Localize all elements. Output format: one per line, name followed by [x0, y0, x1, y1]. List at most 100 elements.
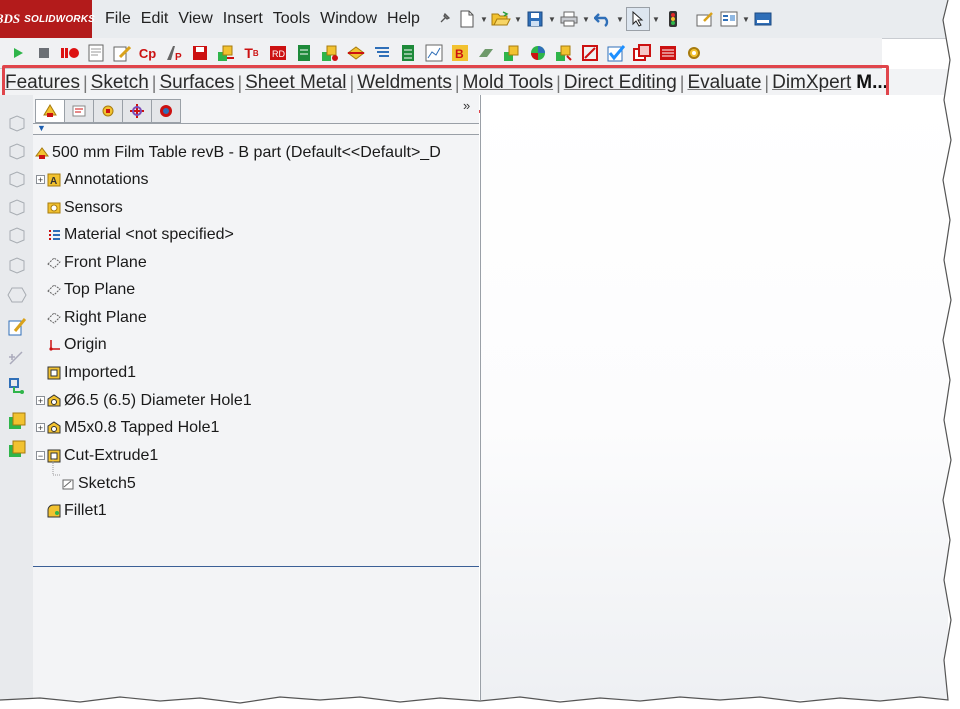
new-icon[interactable] — [456, 8, 478, 30]
tree-item-material[interactable]: Material <not specified> — [47, 223, 234, 247]
tree-item-fillet[interactable]: Fillet1 — [47, 499, 107, 523]
view-cube-icon[interactable] — [7, 141, 27, 161]
customize-icon[interactable] — [752, 8, 774, 30]
save-icon[interactable] — [524, 8, 546, 30]
record-icon[interactable] — [58, 42, 81, 64]
print-dropdown-icon[interactable]: ▼ — [582, 15, 590, 24]
menu-file[interactable]: File — [100, 10, 136, 28]
dimxpert-manager-icon[interactable] — [122, 99, 152, 123]
component-icon[interactable] — [7, 439, 27, 459]
view-cube-icon[interactable] — [7, 169, 27, 189]
play-icon[interactable] — [6, 42, 29, 64]
sketch-icon — [61, 477, 75, 491]
view-cube-icon[interactable] — [7, 197, 27, 217]
logo-text: SOLIDWORKS — [24, 13, 96, 25]
tree-item-cut-extrude[interactable]: Cut-Extrude1 — [47, 444, 158, 468]
options-icon[interactable] — [718, 8, 740, 30]
open-icon[interactable] — [490, 8, 512, 30]
copy-paste-icon[interactable]: Cp — [136, 42, 159, 64]
filter-icon[interactable]: ▼ — [37, 123, 46, 133]
menu-help[interactable]: Help — [382, 10, 425, 28]
expand-icon[interactable]: + — [36, 423, 45, 433]
menu-tools[interactable]: Tools — [268, 10, 315, 28]
part-icon[interactable] — [552, 42, 575, 64]
rollback-bar[interactable] — [33, 566, 479, 567]
component-icon[interactable] — [7, 411, 27, 431]
check-icon[interactable] — [604, 42, 627, 64]
tree-root[interactable]: 500 mm Film Table revB - B part (Default… — [35, 141, 441, 165]
menu-edit[interactable]: Edit — [136, 10, 174, 28]
print-icon[interactable] — [558, 8, 580, 30]
menu-insert[interactable]: Insert — [218, 10, 268, 28]
tool-icon[interactable]: P — [162, 42, 185, 64]
tree-item-label: Fillet1 — [64, 502, 107, 519]
save-dropdown-icon[interactable]: ▼ — [548, 15, 556, 24]
view-cube-icon[interactable] — [7, 113, 27, 133]
bold-icon[interactable]: B — [448, 42, 471, 64]
smart-dimension-icon[interactable] — [7, 347, 27, 367]
sheet-icon[interactable] — [396, 42, 419, 64]
open-dropdown-icon[interactable]: ▼ — [514, 15, 522, 24]
tree-item-origin[interactable]: Origin — [47, 333, 107, 357]
tree-item-diameter-hole[interactable]: Ø6.5 (6.5) Diameter Hole1 — [47, 389, 252, 413]
undo-dropdown-icon[interactable]: ▼ — [616, 15, 624, 24]
tree-item-label: Front Plane — [64, 254, 147, 271]
property-manager-icon[interactable] — [64, 99, 94, 123]
layer-icon[interactable] — [344, 42, 367, 64]
stop-icon[interactable] — [32, 42, 55, 64]
feature-manager-icon[interactable] — [35, 99, 65, 123]
file-properties-icon[interactable] — [694, 8, 716, 30]
quick-access-toolbar: ▼ ▼ ▼ ▼ ▼ ▼ ▼ — [456, 5, 774, 33]
list-icon[interactable] — [370, 42, 393, 64]
menu-window[interactable]: Window — [315, 10, 382, 28]
hexagon-icon[interactable] — [7, 285, 27, 305]
solidworks-logo[interactable]: 3DS SOLIDWORKS — [0, 0, 96, 38]
select-icon[interactable] — [626, 7, 650, 31]
pin-menu-icon[interactable] — [438, 11, 452, 25]
tree-filter-bar[interactable]: ▼ — [33, 123, 479, 135]
save-toolbar-icon[interactable] — [188, 42, 211, 64]
tree-icon[interactable] — [526, 42, 549, 64]
shape-icon[interactable] — [474, 42, 497, 64]
view-cube-icon[interactable] — [7, 225, 27, 245]
tree-item-top-plane[interactable]: Top Plane — [47, 278, 135, 302]
sketch-edit-icon[interactable] — [7, 317, 27, 337]
svg-text:B: B — [455, 47, 464, 61]
menu-view[interactable]: View — [173, 10, 217, 28]
components-icon[interactable] — [500, 42, 523, 64]
assembly-icon[interactable] — [318, 42, 341, 64]
rebuild-icon[interactable] — [662, 8, 684, 30]
tree-item-right-plane[interactable]: Right Plane — [47, 306, 147, 330]
tree-item-imported[interactable]: Imported1 — [47, 361, 136, 385]
select-dropdown-icon[interactable]: ▼ — [652, 15, 660, 24]
library-icon[interactable]: RD — [266, 42, 289, 64]
configuration-manager-icon[interactable] — [93, 99, 123, 123]
tree-item-front-plane[interactable]: Front Plane — [47, 251, 147, 275]
gear-red-icon[interactable] — [656, 42, 679, 64]
options-dropdown-icon[interactable]: ▼ — [742, 15, 750, 24]
tree-item-tapped-hole[interactable]: M5x0.8 Tapped Hole1 — [47, 416, 219, 440]
panel-more-button[interactable]: » — [463, 98, 470, 113]
settings-icon[interactable] — [682, 42, 705, 64]
expand-icon[interactable]: + — [36, 175, 45, 185]
graphics-area[interactable] — [480, 95, 948, 700]
display-manager-icon[interactable] — [151, 99, 181, 123]
undo-icon[interactable] — [592, 8, 614, 30]
plane-icon — [47, 283, 61, 297]
text-box-icon[interactable]: TB — [240, 42, 263, 64]
expand-icon[interactable]: + — [36, 396, 45, 406]
tree-item-sensors[interactable]: Sensors — [47, 196, 123, 220]
smart-mate-icon[interactable] — [214, 42, 237, 64]
new-dropdown-icon[interactable]: ▼ — [480, 15, 488, 24]
relations-icon[interactable] — [7, 376, 27, 396]
edit-macro-icon[interactable] — [110, 42, 133, 64]
tree-item-sketch[interactable]: Sketch5 — [61, 472, 136, 496]
copy-icon[interactable] — [630, 42, 653, 64]
grid-icon[interactable] — [422, 42, 445, 64]
macro-icon[interactable] — [84, 42, 107, 64]
export-icon[interactable] — [292, 42, 315, 64]
ban-icon[interactable] — [578, 42, 601, 64]
tree-item-annotations[interactable]: A Annotations — [47, 168, 149, 192]
logo-prefix: 3DS — [0, 11, 21, 26]
view-cube-icon[interactable] — [7, 255, 27, 275]
